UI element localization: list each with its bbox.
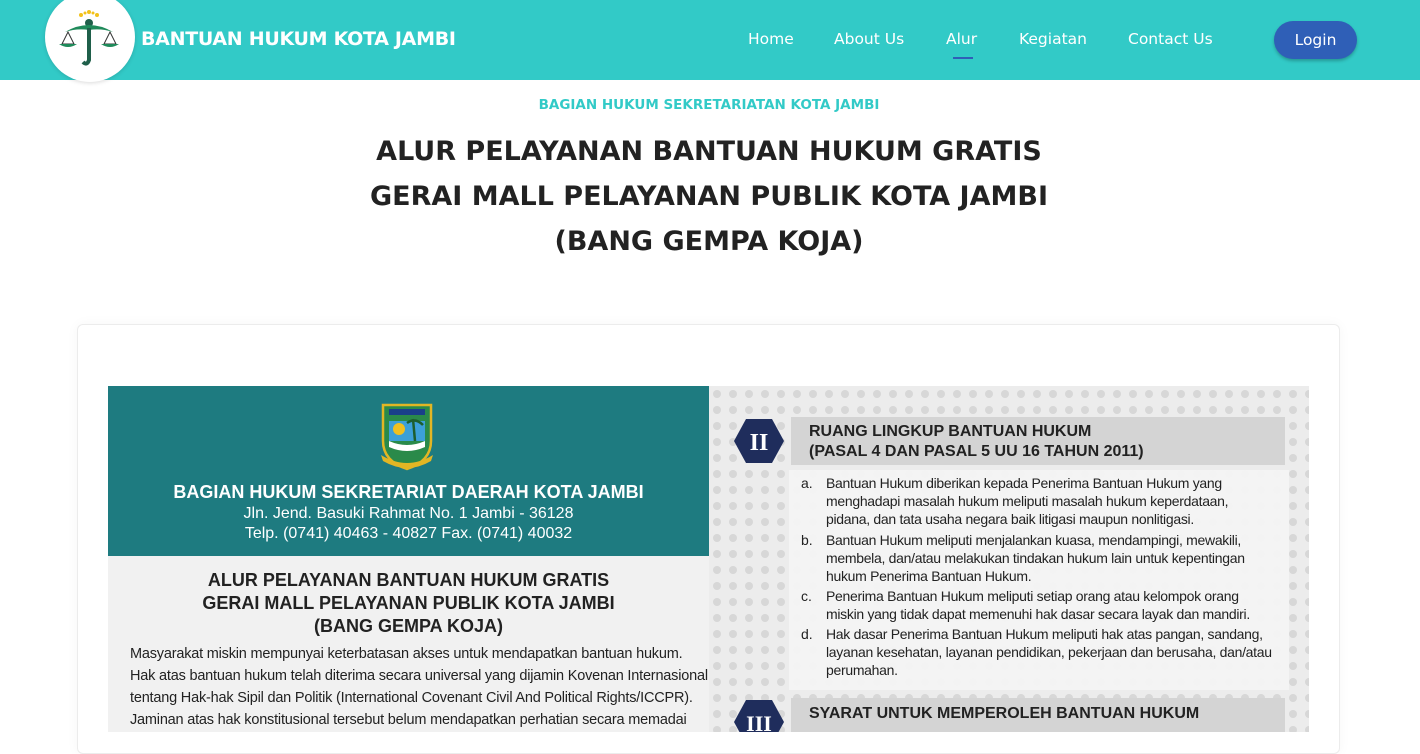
list-item-line: Bantuan Hukum diberikan kepada Penerima … xyxy=(826,475,1222,491)
nav-alur[interactable]: Alur xyxy=(946,30,977,48)
section-3-hex-badge: III xyxy=(734,700,784,732)
list-item-line: miskin yang tidak dapat memenuhi hak das… xyxy=(826,606,1250,622)
poster-body-line: tentang Hak-hak Sipil dan Politik (Inter… xyxy=(130,690,693,706)
scales-of-justice-icon xyxy=(59,10,119,66)
poster-title-line-2: GERAI MALL PELAYANAN PUBLIK KOTA JAMBI xyxy=(202,593,615,613)
navbar: BANTUAN HUKUM KOTA JAMBI Home About Us A… xyxy=(0,0,1420,82)
list-item-line: perumahan. xyxy=(826,662,898,678)
page-subtitle: BAGIAN HUKUM SEKRETARIATAN KOTA JAMBI xyxy=(538,97,880,113)
infographic-right-panel: II RUANG LINGKUP BANTUAN HUKUM (PASAL 4 … xyxy=(709,386,1309,732)
list-item-line: menghadapi masalah hukum meliputi masala… xyxy=(826,493,1229,509)
nav-home[interactable]: Home xyxy=(748,30,794,48)
poster-body-line: Jaminan atas hak konstitusional tersebut… xyxy=(130,712,687,728)
nav-about-us[interactable]: About Us xyxy=(834,30,904,48)
poster-phone: Telp. (0741) 40463 - 40827 Fax. (0741) 4… xyxy=(244,525,573,542)
poster-address: Jln. Jend. Basuki Rahmat No. 1 Jambi - 3… xyxy=(243,505,574,522)
list-marker: a. xyxy=(801,475,813,491)
section-2-title-line-2: (PASAL 4 DAN PASAL 5 UU 16 TAHUN 2011) xyxy=(809,443,1144,460)
infographic-image: BAGIAN HUKUM SEKRETARIAT DAERAH KOTA JAM… xyxy=(108,386,1309,732)
section-2-number: II xyxy=(750,430,769,456)
poster-body-line: Hak atas bantuan hukum telah diterima se… xyxy=(130,668,708,684)
poster-body-line: Masyarakat miskin mempunyai keterbatasan… xyxy=(130,646,683,662)
section-3-number: III xyxy=(746,711,772,732)
list-marker: c. xyxy=(801,588,812,604)
list-marker: d. xyxy=(801,626,813,642)
list-item-line: layanan kesehatan, layanan pendidikan, p… xyxy=(826,644,1272,660)
page-title-line-1: ALUR PELAYANAN BANTUAN HUKUM GRATIS xyxy=(376,136,1042,167)
poster-title-line-3: (BANG GEMPA KOJA) xyxy=(314,616,503,636)
list-item-line: hukum Penerima Bantuan Hukum. xyxy=(826,568,1032,584)
list-item-line: pidana, dan tata usaha negara baik litig… xyxy=(826,511,1194,527)
list-marker: b. xyxy=(801,532,813,548)
infographic-left-panel: BAGIAN HUKUM SEKRETARIAT DAERAH KOTA JAM… xyxy=(108,386,709,732)
list-item-line: Penerima Bantuan Hukum meliputi setiap o… xyxy=(826,588,1239,604)
section-2-title-line-1: RUANG LINGKUP BANTUAN HUKUM xyxy=(809,423,1092,440)
poster-title-line-1: ALUR PELAYANAN BANTUAN HUKUM GRATIS xyxy=(207,570,610,590)
infographic-header: BAGIAN HUKUM SEKRETARIAT DAERAH KOTA JAM… xyxy=(108,386,709,556)
list-item-line: Hak dasar Penerima Bantuan Hukum meliput… xyxy=(826,626,1263,642)
page-title-line-3: (BANG GEMPA KOJA) xyxy=(554,226,864,257)
nav-active-indicator xyxy=(953,57,973,59)
list-item-line: Bantuan Hukum meliputi menjalankan kuasa… xyxy=(826,532,1242,548)
login-button[interactable]: Login xyxy=(1274,21,1357,59)
nav-contact-us[interactable]: Contact Us xyxy=(1128,30,1213,48)
list-item-line: membela, dan/atau melakukan tindakan huk… xyxy=(826,550,1245,566)
section-2-hex-badge: II xyxy=(734,419,784,463)
poster-org-name: BAGIAN HUKUM SEKRETARIAT DAERAH KOTA JAM… xyxy=(173,482,644,502)
site-brand[interactable]: BANTUAN HUKUM KOTA JAMBI xyxy=(141,28,456,50)
page-title-line-2: GERAI MALL PELAYANAN PUBLIK KOTA JAMBI xyxy=(370,181,1048,212)
section-3-title: SYARAT UNTUK MEMPEROLEH BANTUAN HUKUM xyxy=(809,705,1200,722)
nav-kegiatan[interactable]: Kegiatan xyxy=(1019,30,1087,48)
city-crest-icon xyxy=(381,403,433,471)
logo[interactable] xyxy=(45,0,135,82)
